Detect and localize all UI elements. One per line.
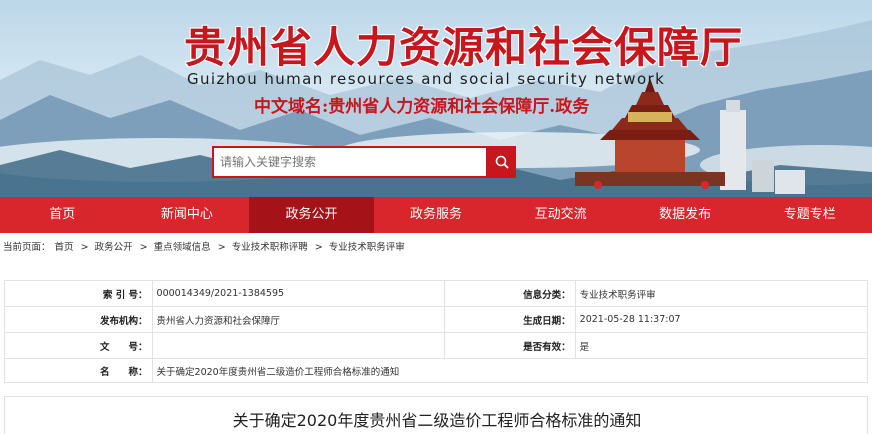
nav-item-interaction[interactable]: 互动交流	[498, 197, 623, 233]
index-value: 000014349/2021-1384595	[151, 280, 445, 307]
breadcrumb-link-gov-affairs[interactable]: 政务公开	[95, 242, 133, 253]
breadcrumb-link-key-areas[interactable]: 重点领域信息	[154, 242, 211, 253]
article-container: 关于确定2020年度贵州省二级造价工程师合格标准的通知	[4, 396, 868, 434]
site-title: 贵州省人力资源和社会保障厅	[184, 23, 744, 72]
domain-name: 中文域名:贵州省人力资源和社会保障厅.政务	[254, 97, 590, 117]
breadcrumb-separator: >	[217, 242, 226, 253]
docno-value	[151, 332, 445, 359]
main-nav: 首页 新闻中心 政务公开 政务服务 互动交流 数据发布 专题专栏	[0, 197, 872, 233]
nav-item-news[interactable]: 新闻中心	[125, 197, 250, 233]
table-row: 发布机构： 贵州省人力资源和社会保障厅 生成日期： 2021-05-28 11:…	[4, 306, 869, 333]
search-button[interactable]	[488, 146, 516, 178]
breadcrumb-link-position-review[interactable]: 专业技术职务评审	[329, 242, 405, 253]
table-row: 索 引 号： 000014349/2021-1384595 信息分类： 专业技术…	[4, 280, 869, 307]
site-subtitle: Guizhou human resources and social secur…	[187, 70, 666, 88]
nav-item-gov-affairs[interactable]: 政务公开	[249, 197, 374, 233]
breadcrumb-link-title-evaluation[interactable]: 专业技术职称评聘	[232, 242, 308, 253]
name-label: 名 称：	[4, 358, 153, 383]
table-row: 名 称： 关于确定2020年度贵州省二级造价工程师合格标准的通知	[4, 358, 869, 383]
breadcrumb-prefix: 当前页面：	[3, 242, 51, 253]
docno-label: 文 号：	[4, 332, 153, 359]
search-input[interactable]	[212, 146, 488, 178]
category-value: 专业技术职务评审	[574, 280, 869, 307]
nav-item-data-release[interactable]: 数据发布	[623, 197, 748, 233]
date-value: 2021-05-28 11:37:07	[574, 306, 869, 333]
valid-label: 是否有效：	[443, 332, 576, 359]
breadcrumb-link-home[interactable]: 首页	[55, 242, 74, 253]
category-label: 信息分类：	[443, 280, 576, 307]
article-title: 关于确定2020年度贵州省二级造价工程师合格标准的通知	[232, 411, 642, 430]
breadcrumb-separator: >	[80, 242, 89, 253]
header-banner: 贵州省人力资源和社会保障厅 Guizhou human resources an…	[0, 0, 872, 197]
breadcrumb-separator: >	[139, 242, 148, 253]
valid-value: 是	[574, 332, 869, 359]
breadcrumb: 当前页面： 首页 > 政务公开 > 重点领域信息 > 专业技术职称评聘 > 专业…	[0, 239, 872, 255]
breadcrumb-separator: >	[314, 242, 323, 253]
date-label: 生成日期：	[443, 306, 576, 333]
publisher-value: 贵州省人力资源和社会保障厅	[151, 306, 445, 333]
table-row: 文 号： 是否有效： 是	[4, 332, 869, 359]
search-icon	[495, 155, 509, 169]
nav-item-gov-services[interactable]: 政务服务	[374, 197, 499, 233]
nav-item-home[interactable]: 首页	[0, 197, 125, 233]
publisher-label: 发布机构：	[4, 306, 153, 333]
document-info-table: 索 引 号： 000014349/2021-1384595 信息分类： 专业技术…	[4, 280, 869, 383]
nav-item-topics[interactable]: 专题专栏	[747, 197, 872, 233]
index-label: 索 引 号：	[4, 280, 153, 307]
name-value: 关于确定2020年度贵州省二级造价工程师合格标准的通知	[151, 358, 869, 383]
